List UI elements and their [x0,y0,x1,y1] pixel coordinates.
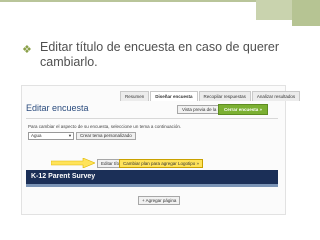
header-divider [26,118,278,119]
page-title: Editar encuesta [26,103,89,113]
add-page-button[interactable]: + Agregar página [138,196,181,205]
create-custom-theme-button[interactable]: Crear tema personalizado [76,132,136,140]
theme-help-text: Para cambiar el aspecto de su encuesta, … [28,124,182,129]
tab-summary[interactable]: Resumen [120,91,150,101]
bullet-arrow-icon: ❖ [22,44,32,56]
tab-analyze-results[interactable]: Analizar resultados [251,91,301,101]
tab-collect-responses[interactable]: Recopilar respuestas [198,91,251,101]
highlight-arrow-icon [51,158,95,168]
survey-banner-band [26,184,278,187]
theme-select[interactable]: Agua ▼ [28,132,74,140]
bullet-text: Editar título de encuesta en caso de que… [40,40,280,69]
survey-editor-screenshot: Resumen Diseñar encuesta Recopilar respu… [21,85,301,215]
survey-tabs: Resumen Diseñar encuesta Recopilar respu… [120,91,301,101]
theme-select-value: Agua [31,133,42,138]
tab-design-survey[interactable]: Diseñar encuesta [150,91,198,101]
add-logo-button[interactable]: Cambiar plan para agregar Logotipo » [119,159,204,168]
survey-title-banner: K-12 Parent Survey [26,170,278,184]
survey-title: K-12 Parent Survey [31,173,96,180]
slide-corner-accent [292,0,320,26]
chevron-down-icon: ▼ [68,133,72,138]
close-survey-button[interactable]: Cerrar encuesta » [218,104,269,115]
